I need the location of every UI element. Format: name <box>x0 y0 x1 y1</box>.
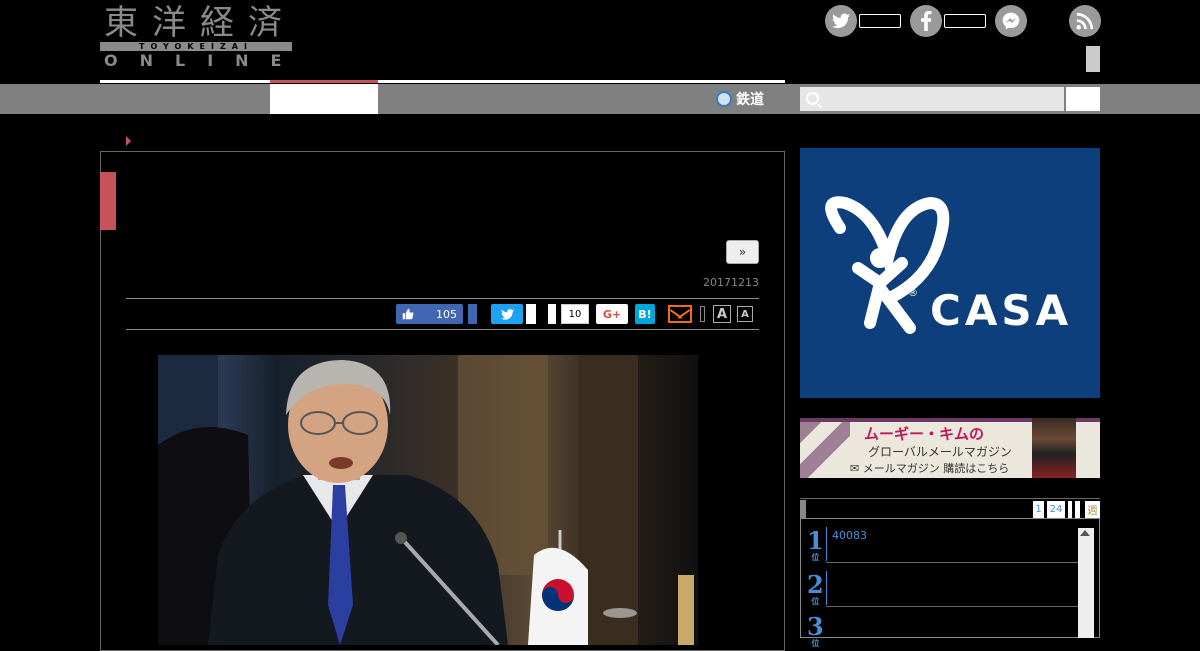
logo-online[interactable]: ONLINE <box>104 52 303 70</box>
ad-mag-portrait <box>1032 418 1076 478</box>
nav-tab-tetsudo[interactable]: 鉄道 <box>716 89 764 109</box>
ranking-header-marker <box>800 500 806 518</box>
twitter-icon <box>500 308 514 320</box>
print-button[interactable] <box>700 306 705 322</box>
ad-mag-cta: ✉ メールマガジン 購読はこちら <box>850 462 1010 475</box>
facebook-icon[interactable] <box>910 5 942 37</box>
ranking-scrollbar[interactable] <box>1078 528 1094 638</box>
header-menu-box[interactable] <box>1086 46 1100 72</box>
ranking-item-1-text[interactable]: 40083 <box>832 529 867 542</box>
logo-band: TOYOKEIZAI <box>100 42 292 51</box>
share-bar-bottom-rule <box>126 329 759 330</box>
next-page-button[interactable]: » <box>726 240 759 264</box>
hatena-bookmark-button[interactable]: B! <box>635 304 655 324</box>
search-input[interactable] <box>800 87 1064 111</box>
facebook-count <box>944 14 986 28</box>
casa-logo-icon <box>825 196 950 334</box>
share-count-arrow <box>548 304 556 324</box>
breadcrumb-arrow-icon <box>126 136 131 146</box>
font-size-large-button[interactable]: A <box>713 305 731 323</box>
search-button[interactable] <box>1066 87 1100 111</box>
ad-casa-banner[interactable]: ® CASA <box>800 148 1100 398</box>
train-icon <box>716 91 732 107</box>
twitter-icon[interactable] <box>825 5 857 37</box>
thumbs-up-icon <box>402 308 414 320</box>
ad-mag-subtitle: グローバルメールマガジン <box>868 445 1012 459</box>
twitter-count <box>859 14 901 28</box>
tweet-button[interactable] <box>491 304 523 324</box>
share-bar-top-rule <box>126 298 759 299</box>
logo-kanji[interactable]: 東洋経済 <box>104 4 296 42</box>
mail-icon[interactable] <box>668 305 692 323</box>
rss-icon[interactable] <box>1069 5 1101 37</box>
ranking-number-2: 2位 <box>807 570 824 606</box>
ranking-header-rule <box>800 498 1100 499</box>
ranking-tab-24h[interactable]: 24 <box>1047 501 1065 518</box>
nav-tab-tetsudo-label: 鉄道 <box>736 92 764 108</box>
ad-mail-magazine-banner[interactable]: ムーギー・キムの グローバルメールマガジン ✉ メールマガジン 購読はこちら <box>800 418 1100 478</box>
ad-mag-pattern <box>800 422 850 478</box>
ranking-divider-1 <box>826 527 827 561</box>
ranking-row-rule-2 <box>826 606 1078 607</box>
article-title-marker <box>100 172 116 230</box>
casa-registered-mark: ® <box>908 288 918 299</box>
tweet-count <box>526 304 536 324</box>
ranking-number-1: 1位 <box>807 526 824 562</box>
messenger-icon[interactable] <box>995 5 1027 37</box>
nav-active-indicator <box>270 80 378 83</box>
ad-mag-title: ムーギー・キムの <box>864 425 985 443</box>
ranking-row-rule-1 <box>826 562 1078 563</box>
like-count: 105 <box>436 307 457 321</box>
facebook-like-button[interactable]: 105 <box>396 304 463 324</box>
search-icon <box>806 92 819 105</box>
nav-top-line <box>100 80 785 83</box>
ranking-tab-4[interactable] <box>1075 501 1080 518</box>
font-size-small-button[interactable]: A <box>737 306 753 322</box>
article-photo <box>158 355 698 645</box>
bookmark-count: 10 <box>561 304 589 324</box>
article-date: 20171213 <box>703 276 759 289</box>
ranking-tab-3[interactable] <box>1068 501 1072 518</box>
casa-wordmark: CASA <box>930 286 1073 335</box>
ranking-tab-1h[interactable]: 1 <box>1033 501 1044 518</box>
scroll-up-icon[interactable] <box>1080 530 1090 536</box>
ranking-number-3: 3位 <box>807 612 824 648</box>
nav-tab-active[interactable] <box>270 84 378 114</box>
ranking-tab-weekly[interactable]: 週 <box>1085 501 1100 518</box>
facebook-share-button[interactable] <box>468 304 477 324</box>
google-plus-button[interactable]: G+ <box>596 304 628 324</box>
ranking-divider-2 <box>826 571 827 605</box>
